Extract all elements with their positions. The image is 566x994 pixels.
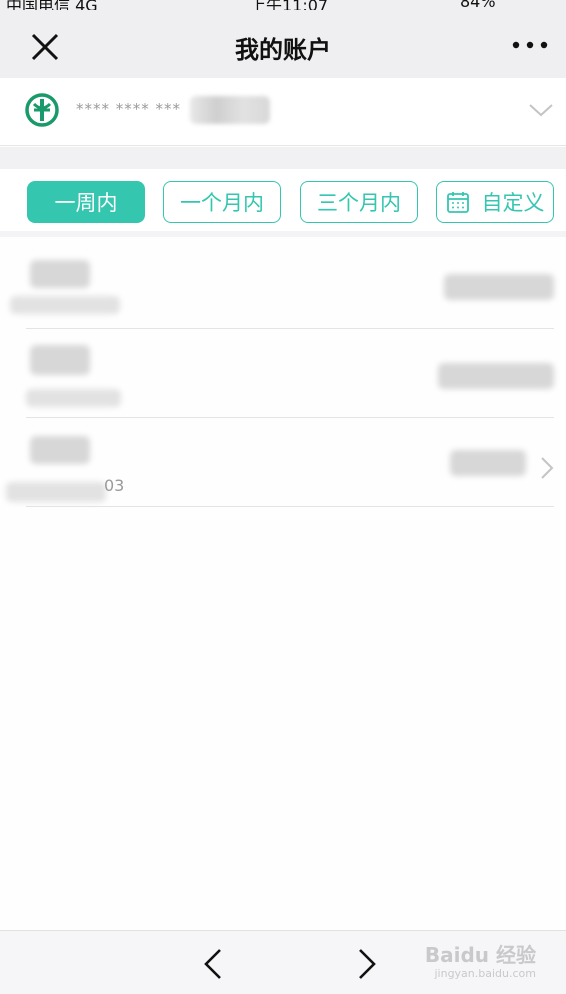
redacted-date xyxy=(26,389,121,407)
chevron-right-icon[interactable] xyxy=(352,947,380,981)
calendar-icon xyxy=(446,192,469,213)
redacted-amount xyxy=(450,450,526,476)
watermark: Baidu 经验 xyxy=(424,943,536,967)
browser-toolbar: Baidu 经验 jingyan.baidu.com xyxy=(0,930,566,994)
redacted-date xyxy=(6,482,106,502)
redacted-amount xyxy=(438,363,554,389)
filter-label: 三个月内 xyxy=(317,191,401,215)
watermark-url: jingyan.baidu.com xyxy=(434,967,536,980)
section-divider xyxy=(0,147,566,169)
transaction-list: 03 xyxy=(0,240,566,507)
filter-one-week[interactable]: 一周内 xyxy=(27,181,145,223)
list-item[interactable] xyxy=(10,240,554,329)
account-number-redacted xyxy=(190,96,270,124)
account-number: **** **** *** xyxy=(76,100,182,118)
redacted-amount xyxy=(444,274,554,300)
more-icon[interactable] xyxy=(510,30,550,60)
redacted-date xyxy=(10,296,120,314)
list-item[interactable] xyxy=(26,329,554,418)
list-item[interactable]: 03 xyxy=(6,418,554,507)
account-selector[interactable]: **** **** *** xyxy=(0,78,566,146)
nav-bar: 我的账户 xyxy=(0,10,566,78)
date-filter-bar: 一周内 一个月内 三个月内 自定义 xyxy=(0,169,566,237)
transaction-date: 03 xyxy=(104,476,125,495)
app-screen: 中国电信 4G 上午11:07 84% 我的账户 **** **** *** 一… xyxy=(0,0,566,994)
filter-label: 一周内 xyxy=(54,191,118,215)
battery-label: 84% xyxy=(460,0,496,10)
carrier-label: 中国电信 4G xyxy=(6,0,98,10)
filter-label: 自定义 xyxy=(481,191,545,215)
page-title: 我的账户 xyxy=(235,36,331,64)
redacted-title xyxy=(30,345,90,375)
redacted-title xyxy=(30,436,90,464)
filter-label: 一个月内 xyxy=(180,191,264,215)
filter-one-month[interactable]: 一个月内 xyxy=(163,181,281,223)
bank-logo-icon xyxy=(25,93,59,127)
chevron-down-icon[interactable] xyxy=(528,102,554,118)
time-label: 上午11:07 xyxy=(250,0,329,10)
filter-custom[interactable]: 自定义 xyxy=(436,181,554,223)
chevron-left-icon[interactable] xyxy=(200,947,228,981)
redacted-title xyxy=(30,260,90,288)
filter-three-months[interactable]: 三个月内 xyxy=(300,181,418,223)
status-bar: 中国电信 4G 上午11:07 84% xyxy=(0,0,566,10)
chevron-right-icon xyxy=(541,457,554,479)
